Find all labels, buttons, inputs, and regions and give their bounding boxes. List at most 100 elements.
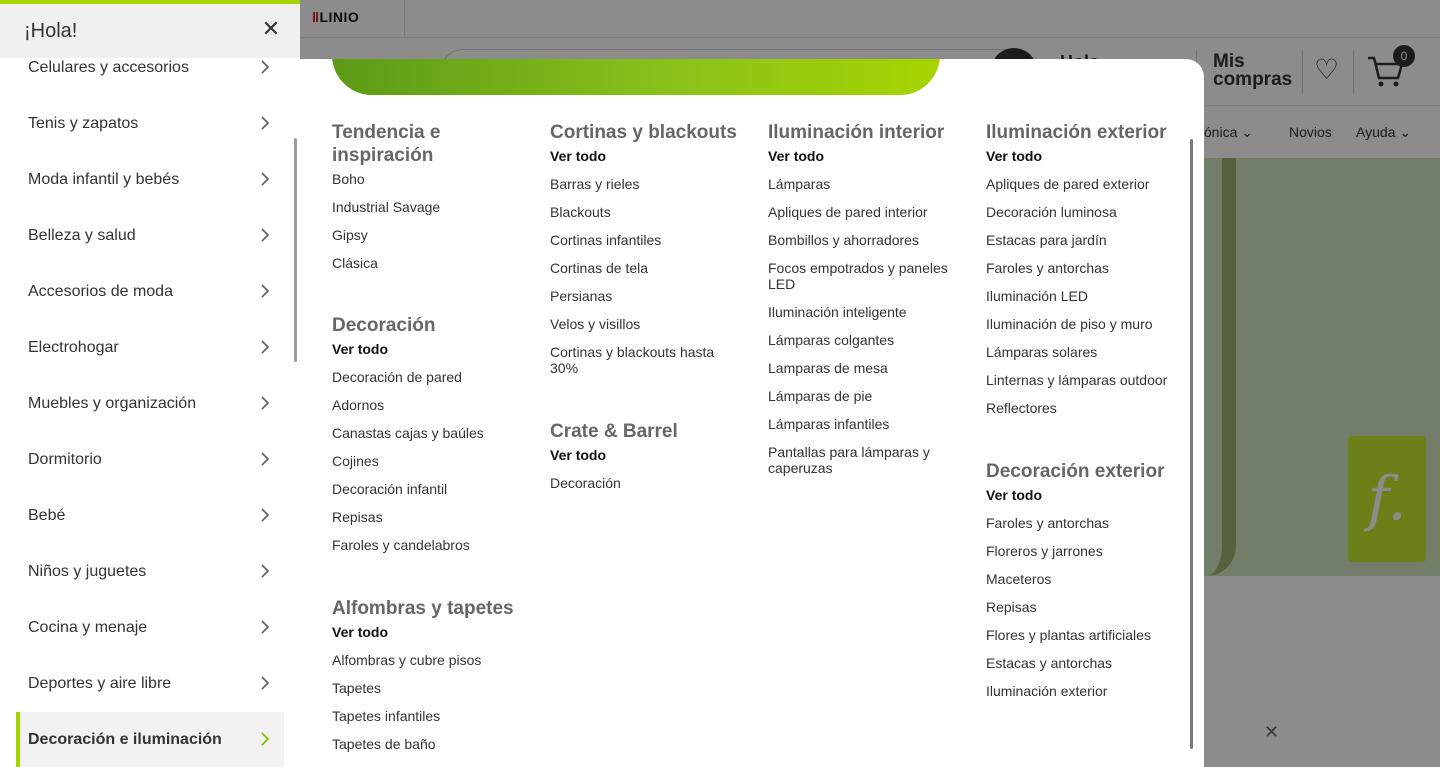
drawer-item[interactable]: Electrohogar: [16, 320, 284, 376]
submenu-link[interactable]: Repisas: [332, 509, 532, 525]
submenu-link[interactable]: Alfombras y cubre pisos: [332, 652, 532, 668]
submenu-link[interactable]: Focos empotrados y paneles LED: [768, 260, 948, 292]
submenu-section-title[interactable]: Iluminación exterior: [986, 121, 1186, 144]
submenu-link[interactable]: Apliques de pared interior: [768, 204, 968, 220]
submenu-panel: Tendencia e inspiración Boho Industrial Sa…: [300, 59, 1204, 767]
submenu-link[interactable]: Gipsy: [332, 227, 532, 243]
submenu-scrollbar[interactable]: [1190, 139, 1193, 749]
submenu-link[interactable]: Barras y rieles: [550, 176, 750, 192]
submenu-section-title[interactable]: Cortinas y blackouts: [550, 121, 750, 144]
drawer-item[interactable]: Niños y juguetes: [16, 544, 284, 600]
submenu-section: Decoración Ver todo Decoración de pared Ado…: [332, 314, 532, 565]
submenu-link[interactable]: Reflectores: [986, 400, 1186, 416]
chevron-right-icon: [260, 227, 270, 245]
submenu-section-title[interactable]: Tendencia e inspiración: [332, 121, 532, 167]
drawer-item-label: Belleza y salud: [28, 227, 136, 244]
chevron-right-icon: [260, 339, 270, 357]
submenu-link[interactable]: Decoración de pared: [332, 369, 532, 385]
view-all-link[interactable]: Ver todo: [550, 148, 750, 164]
submenu-link[interactable]: Faroles y antorchas: [986, 515, 1186, 531]
chevron-right-icon: [260, 731, 270, 749]
promo-banner[interactable]: [332, 59, 940, 95]
chevron-right-icon: [260, 451, 270, 469]
submenu-link[interactable]: Iluminación inteligente: [768, 304, 968, 320]
submenu-section: Iluminación interior Ver todo Lámparas Apli…: [768, 121, 968, 488]
drawer-item[interactable]: Accesorios de moda: [16, 264, 284, 320]
drawer-item-label: Bebé: [28, 507, 66, 524]
submenu-link[interactable]: Velos y visillos: [550, 316, 750, 332]
submenu-link[interactable]: Tapetes: [332, 680, 532, 696]
submenu-link[interactable]: Faroles y antorchas: [986, 260, 1186, 276]
submenu-link[interactable]: Cojines: [332, 453, 532, 469]
drawer-item[interactable]: Muebles y organización: [16, 376, 284, 432]
submenu-link[interactable]: Maceteros: [986, 571, 1186, 587]
drawer-item[interactable]: Decoración e iluminación: [16, 712, 284, 767]
submenu-link[interactable]: Persianas: [550, 288, 750, 304]
submenu-link[interactable]: Estacas para jardín: [986, 232, 1186, 248]
submenu-section-title[interactable]: Decoración: [332, 314, 532, 337]
submenu-link[interactable]: Estacas y antorchas: [986, 655, 1186, 671]
drawer-item[interactable]: Bebé: [16, 488, 284, 544]
drawer-item[interactable]: Celulares y accesorios: [16, 40, 284, 96]
submenu-section-title[interactable]: Crate & Barrel: [550, 420, 750, 443]
drawer-item[interactable]: Deportes y aire libre: [16, 656, 284, 712]
submenu-link[interactable]: Faroles y candelabros: [332, 537, 532, 553]
drawer-item-label: Muebles y organización: [28, 395, 197, 412]
submenu-section: Alfombras y tapetes Ver todo Alfombras y c…: [332, 597, 532, 764]
submenu-section-title[interactable]: Alfombras y tapetes: [332, 597, 532, 620]
view-all-link[interactable]: Ver todo: [768, 148, 968, 164]
submenu-link[interactable]: Adornos: [332, 397, 532, 413]
submenu-link[interactable]: Apliques de pared exterior: [986, 176, 1186, 192]
submenu-link[interactable]: Decoración luminosa: [986, 204, 1186, 220]
submenu-link[interactable]: Flores y plantas artificiales: [986, 627, 1186, 643]
submenu-link[interactable]: Clásica: [332, 255, 532, 271]
submenu-link[interactable]: Boho: [332, 171, 532, 187]
submenu-section-title[interactable]: Iluminación interior: [768, 121, 968, 144]
submenu-link[interactable]: Lámparas: [768, 176, 968, 192]
submenu-link[interactable]: Industrial Savage: [332, 199, 532, 215]
submenu-link[interactable]: Iluminación exterior: [986, 683, 1186, 699]
drawer-item[interactable]: Belleza y salud: [16, 208, 284, 264]
drawer-item-label: Dormitorio: [28, 451, 102, 468]
drawer-scrollbar[interactable]: [294, 138, 297, 362]
chevron-right-icon: [260, 59, 270, 77]
view-all-link[interactable]: Ver todo: [986, 487, 1186, 503]
submenu-link[interactable]: Linternas y lámparas outdoor: [986, 372, 1186, 388]
chevron-right-icon: [260, 171, 270, 189]
drawer-item-label: Tenis y zapatos: [28, 115, 139, 132]
submenu-link[interactable]: Lámparas colgantes: [768, 332, 968, 348]
drawer-item-label: Niños y juguetes: [28, 563, 147, 580]
submenu-link[interactable]: Decoración: [550, 475, 750, 491]
drawer-item[interactable]: Moda infantil y bebés: [16, 152, 284, 208]
close-icon[interactable]: ✕: [260, 18, 282, 40]
submenu-link[interactable]: Tapetes de baño: [332, 736, 532, 752]
submenu-section-title[interactable]: Decoración exterior: [986, 460, 1186, 483]
view-all-link[interactable]: Ver todo: [332, 341, 532, 357]
view-all-link[interactable]: Ver todo: [986, 148, 1186, 164]
submenu-link[interactable]: Blackouts: [550, 204, 750, 220]
drawer-item-label: Deportes y aire libre: [28, 675, 172, 692]
submenu-link[interactable]: Tapetes infantiles: [332, 708, 532, 724]
submenu-link[interactable]: Floreros y jarrones: [986, 543, 1186, 559]
submenu-link[interactable]: Decoración infantil: [332, 481, 532, 497]
view-all-link[interactable]: Ver todo: [550, 447, 750, 463]
drawer-item[interactable]: Cocina y menaje: [16, 600, 284, 656]
view-all-link[interactable]: Ver todo: [332, 624, 532, 640]
submenu-link[interactable]: Canastas cajas y baúles: [332, 425, 532, 441]
chevron-right-icon: [260, 395, 270, 413]
submenu-link[interactable]: Cortinas infantiles: [550, 232, 750, 248]
drawer-item-label: Moda infantil y bebés: [28, 171, 180, 188]
submenu-link[interactable]: Lamparas de mesa: [768, 360, 968, 376]
drawer-item[interactable]: Tenis y zapatos: [16, 96, 284, 152]
drawer-item[interactable]: Dormitorio: [16, 432, 284, 488]
submenu-link[interactable]: Iluminación de piso y muro: [986, 316, 1186, 332]
submenu-link[interactable]: Lámparas infantiles: [768, 416, 968, 432]
submenu-link[interactable]: Cortinas y blackouts hasta 30%: [550, 344, 730, 376]
submenu-link[interactable]: Iluminación LED: [986, 288, 1186, 304]
submenu-link[interactable]: Pantallas para lámparas y caperuzas: [768, 444, 948, 476]
submenu-link[interactable]: Cortinas de tela: [550, 260, 750, 276]
submenu-link[interactable]: Repisas: [986, 599, 1186, 615]
submenu-link[interactable]: Lámparas de pie: [768, 388, 968, 404]
submenu-link[interactable]: Lámparas solares: [986, 344, 1186, 360]
submenu-link[interactable]: Bombillos y ahorradores: [768, 232, 968, 248]
